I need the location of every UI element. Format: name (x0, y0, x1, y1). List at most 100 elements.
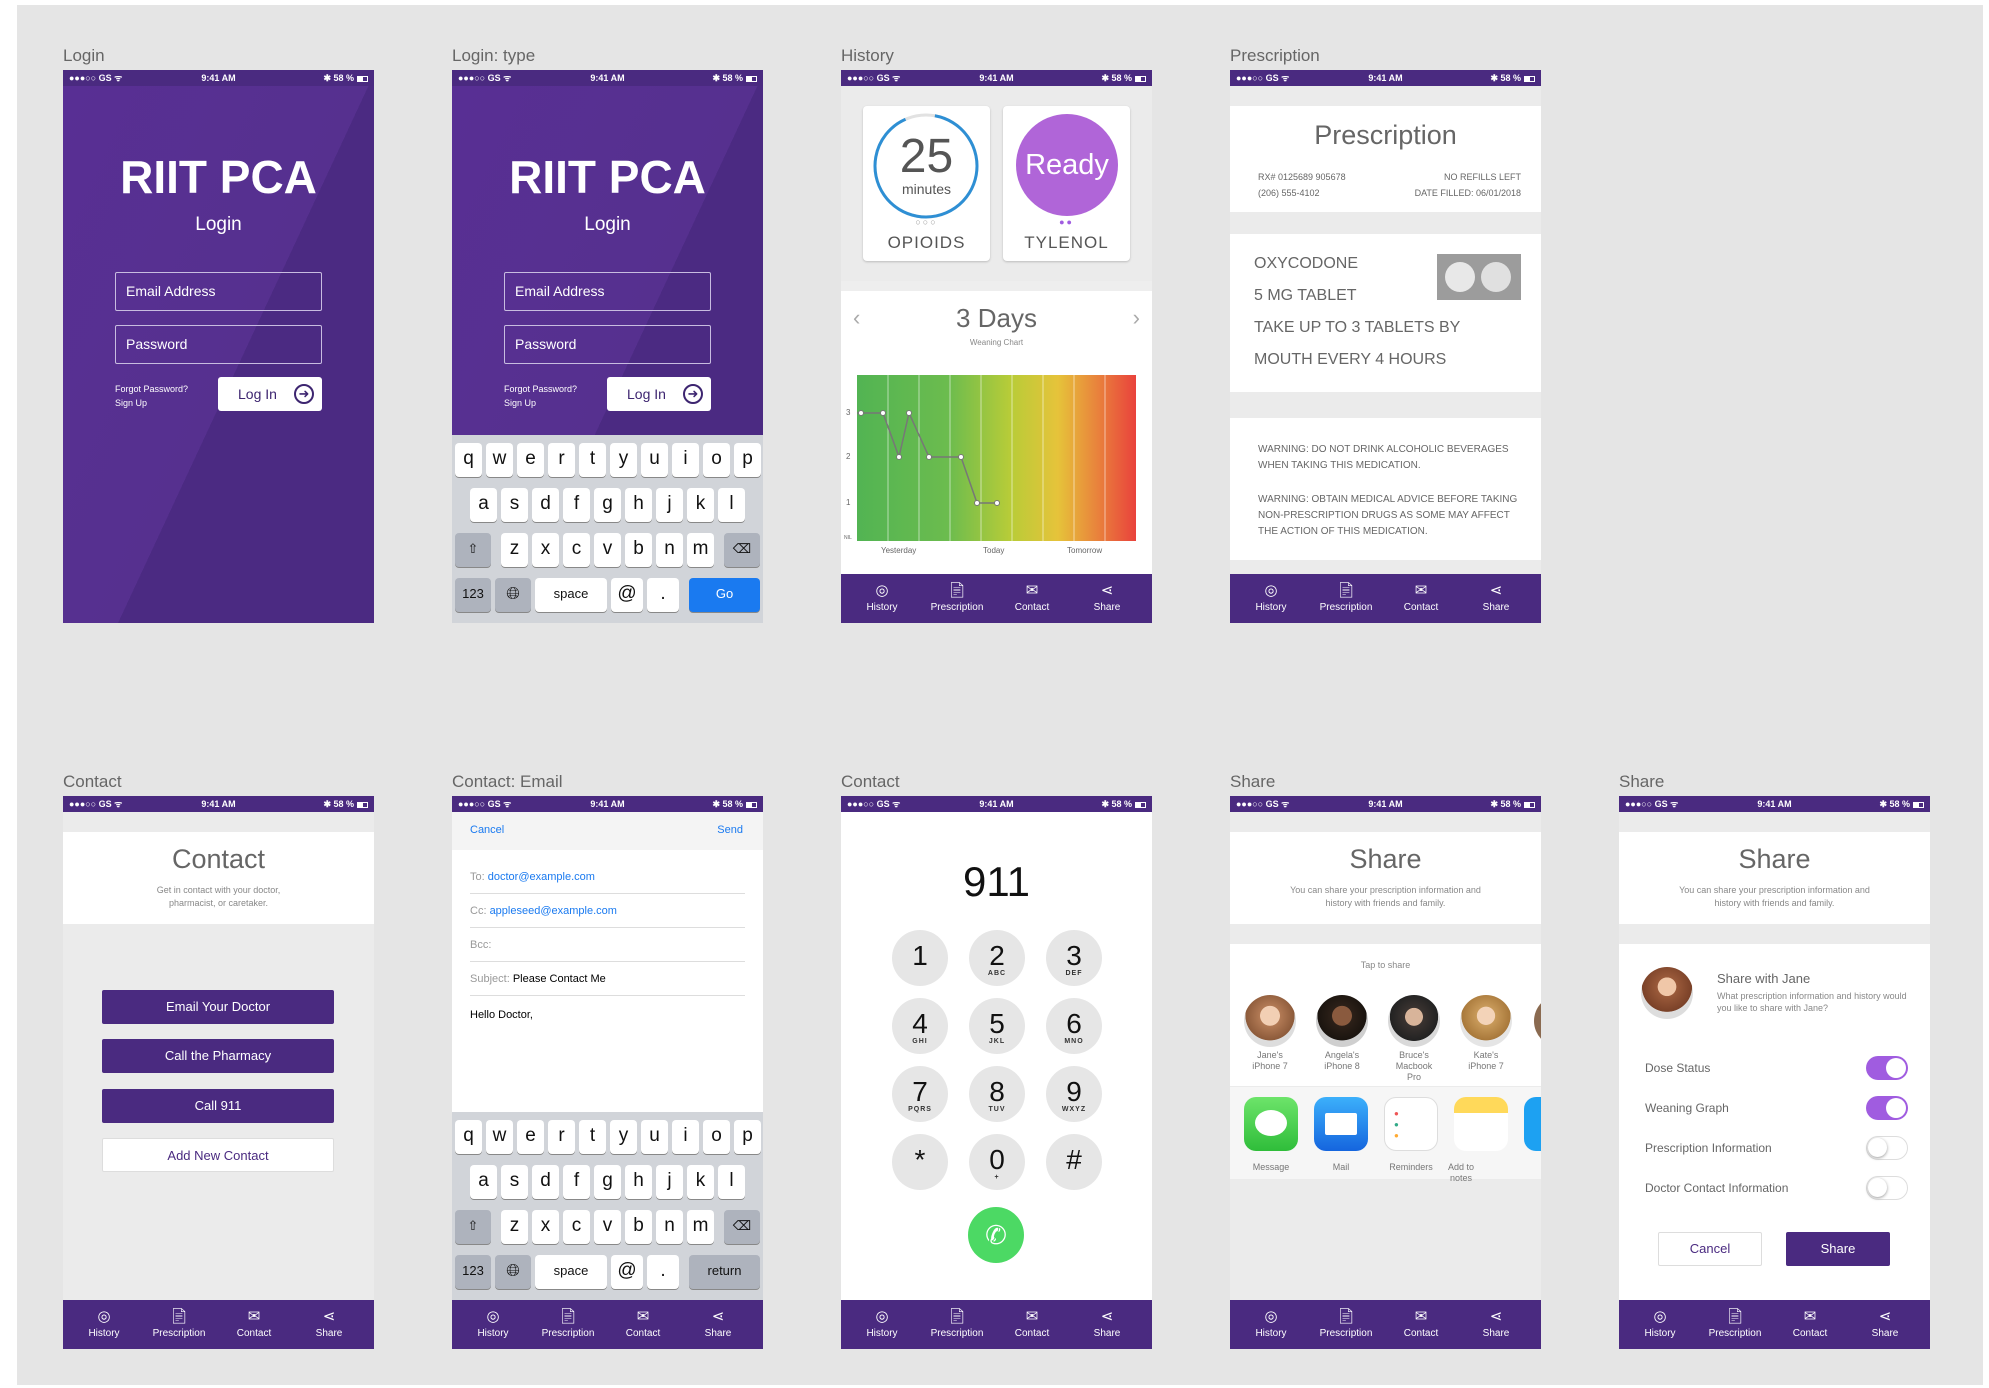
share-option-toggle[interactable] (1866, 1096, 1908, 1120)
tab-history[interactable]: ◎ History (847, 1306, 917, 1339)
share-person-avatar[interactable] (1460, 995, 1512, 1047)
dial-key-2[interactable]: 3 DEF (1046, 930, 1102, 986)
key-b[interactable]: b (625, 533, 652, 567)
key-j[interactable]: j (656, 1165, 683, 1199)
dial-key-10[interactable]: 0 + (969, 1134, 1025, 1190)
tab-contact[interactable]: ✉ Contact (1386, 1306, 1456, 1339)
dial-key-5[interactable]: 6 MNO (1046, 998, 1102, 1054)
tab-contact[interactable]: ✉ Contact (1775, 1306, 1845, 1339)
dot-key[interactable]: . (647, 578, 679, 612)
tab-share[interactable]: ⋖ Share (1850, 1306, 1920, 1339)
tab-history[interactable]: ◎ History (847, 580, 917, 613)
tylenol-card[interactable]: Ready ●● TYLENOL (1003, 106, 1130, 261)
key-s[interactable]: s (501, 488, 528, 522)
password-field[interactable]: Password (115, 325, 322, 364)
tab-contact[interactable]: ✉ Contact (219, 1306, 289, 1339)
tab-history[interactable]: ◎ History (1625, 1306, 1695, 1339)
tab-share[interactable]: ⋖ Share (1461, 580, 1531, 613)
key-l[interactable]: l (718, 1165, 745, 1199)
email-body[interactable]: Hello Doctor, (470, 1009, 533, 1021)
log-in-button[interactable]: Log In ➜ (607, 377, 711, 411)
dial-key-4[interactable]: 5 JKL (969, 998, 1025, 1054)
key-n[interactable]: n (656, 1210, 683, 1244)
tab-contact[interactable]: ✉ Contact (997, 1306, 1067, 1339)
key-j[interactable]: j (656, 488, 683, 522)
tab-history[interactable]: ◎ History (69, 1306, 139, 1339)
tab-contact[interactable]: ✉ Contact (1386, 580, 1456, 613)
to-field[interactable]: To: doctor@example.com (470, 860, 745, 894)
cancel-button[interactable]: Cancel (1658, 1232, 1762, 1266)
key-f[interactable]: f (563, 488, 590, 522)
send-button[interactable]: Send (717, 824, 743, 836)
key-i[interactable]: i (672, 1120, 699, 1154)
password-field[interactable]: Password (504, 325, 711, 364)
share-option-toggle[interactable] (1866, 1136, 1908, 1160)
key-z[interactable]: z (501, 533, 528, 567)
key-h[interactable]: h (625, 1165, 652, 1199)
key-v[interactable]: v (594, 1210, 621, 1244)
return-key[interactable]: return (689, 1255, 760, 1289)
key-p[interactable]: p (734, 443, 761, 477)
call-911-button[interactable]: Call 911 (102, 1089, 334, 1123)
dot-key[interactable]: . (647, 1255, 679, 1289)
key-y[interactable]: y (610, 443, 637, 477)
key-z[interactable]: z (501, 1210, 528, 1244)
numbers-key[interactable]: 123 (455, 1255, 491, 1289)
dial-key-8[interactable]: 9 WXYZ (1046, 1066, 1102, 1122)
key-a[interactable]: a (470, 488, 497, 522)
tab-prescription[interactable]: 📄︎ Prescription (922, 1306, 992, 1339)
key-e[interactable]: e (517, 443, 544, 477)
opioids-card[interactable]: 25 minutes ○○○ OPIOIDS (863, 106, 990, 261)
dial-key-9[interactable]: * (892, 1134, 948, 1190)
tab-share[interactable]: ⋖ Share (683, 1306, 753, 1339)
numbers-key[interactable]: 123 (455, 578, 491, 612)
backspace-key[interactable]: ⌫ (724, 533, 760, 567)
tab-share[interactable]: ⋖ Share (1072, 1306, 1142, 1339)
tab-prescription[interactable]: 📄︎ Prescription (1311, 580, 1381, 613)
key-x[interactable]: x (532, 533, 559, 567)
key-m[interactable]: m (687, 533, 714, 567)
at-key[interactable]: @ (611, 578, 643, 612)
key-s[interactable]: s (501, 1165, 528, 1199)
tab-share[interactable]: ⋖ Share (1072, 580, 1142, 613)
key-v[interactable]: v (594, 533, 621, 567)
key-a[interactable]: a (470, 1165, 497, 1199)
go-key[interactable]: Go (689, 578, 760, 612)
forgot-password-link[interactable]: Forgot Password? (115, 382, 188, 396)
share-button[interactable]: Share (1786, 1232, 1890, 1266)
shift-key[interactable]: ⇧ (455, 1210, 491, 1244)
tab-prescription[interactable]: 📄︎ Prescription (1700, 1306, 1770, 1339)
key-f[interactable]: f (563, 1165, 590, 1199)
tab-prescription[interactable]: 📄︎ Prescription (533, 1306, 603, 1339)
key-u[interactable]: u (641, 443, 668, 477)
key-k[interactable]: k (687, 1165, 714, 1199)
tab-prescription[interactable]: 📄︎ Prescription (922, 580, 992, 613)
tab-share[interactable]: ⋖ Share (294, 1306, 364, 1339)
dial-key-0[interactable]: 1 (892, 930, 948, 986)
dial-key-3[interactable]: 4 GHI (892, 998, 948, 1054)
call-pharmacy-button[interactable]: Call the Pharmacy (102, 1039, 334, 1073)
share-person-avatar[interactable] (1244, 995, 1296, 1047)
tab-contact[interactable]: ✉ Contact (997, 580, 1067, 613)
add-new-contact-button[interactable]: Add New Contact (102, 1138, 334, 1172)
tab-history[interactable]: ◎ History (458, 1306, 528, 1339)
dial-key-6[interactable]: 7 PQRS (892, 1066, 948, 1122)
email-field[interactable]: Email Address (504, 272, 711, 311)
tab-contact[interactable]: ✉ Contact (608, 1306, 678, 1339)
key-c[interactable]: c (563, 1210, 590, 1244)
tab-prescription[interactable]: 📄︎ Prescription (1311, 1306, 1381, 1339)
backspace-key[interactable]: ⌫ (724, 1210, 760, 1244)
key-g[interactable]: g (594, 488, 621, 522)
key-y[interactable]: y (610, 1120, 637, 1154)
shift-key[interactable]: ⇧ (455, 533, 491, 567)
dial-key-7[interactable]: 8 TUV (969, 1066, 1025, 1122)
dial-key-1[interactable]: 2 ABC (969, 930, 1025, 986)
key-t[interactable]: t (579, 443, 606, 477)
key-w[interactable]: w (486, 1120, 513, 1154)
tab-history[interactable]: ◎ History (1236, 580, 1306, 613)
twitter-icon[interactable] (1524, 1097, 1541, 1151)
dial-key-11[interactable]: # (1046, 1134, 1102, 1190)
cc-field[interactable]: Cc: appleseed@example.com (470, 894, 745, 928)
sign-up-link[interactable]: Sign Up (115, 396, 188, 410)
tab-share[interactable]: ⋖ Share (1461, 1306, 1531, 1339)
